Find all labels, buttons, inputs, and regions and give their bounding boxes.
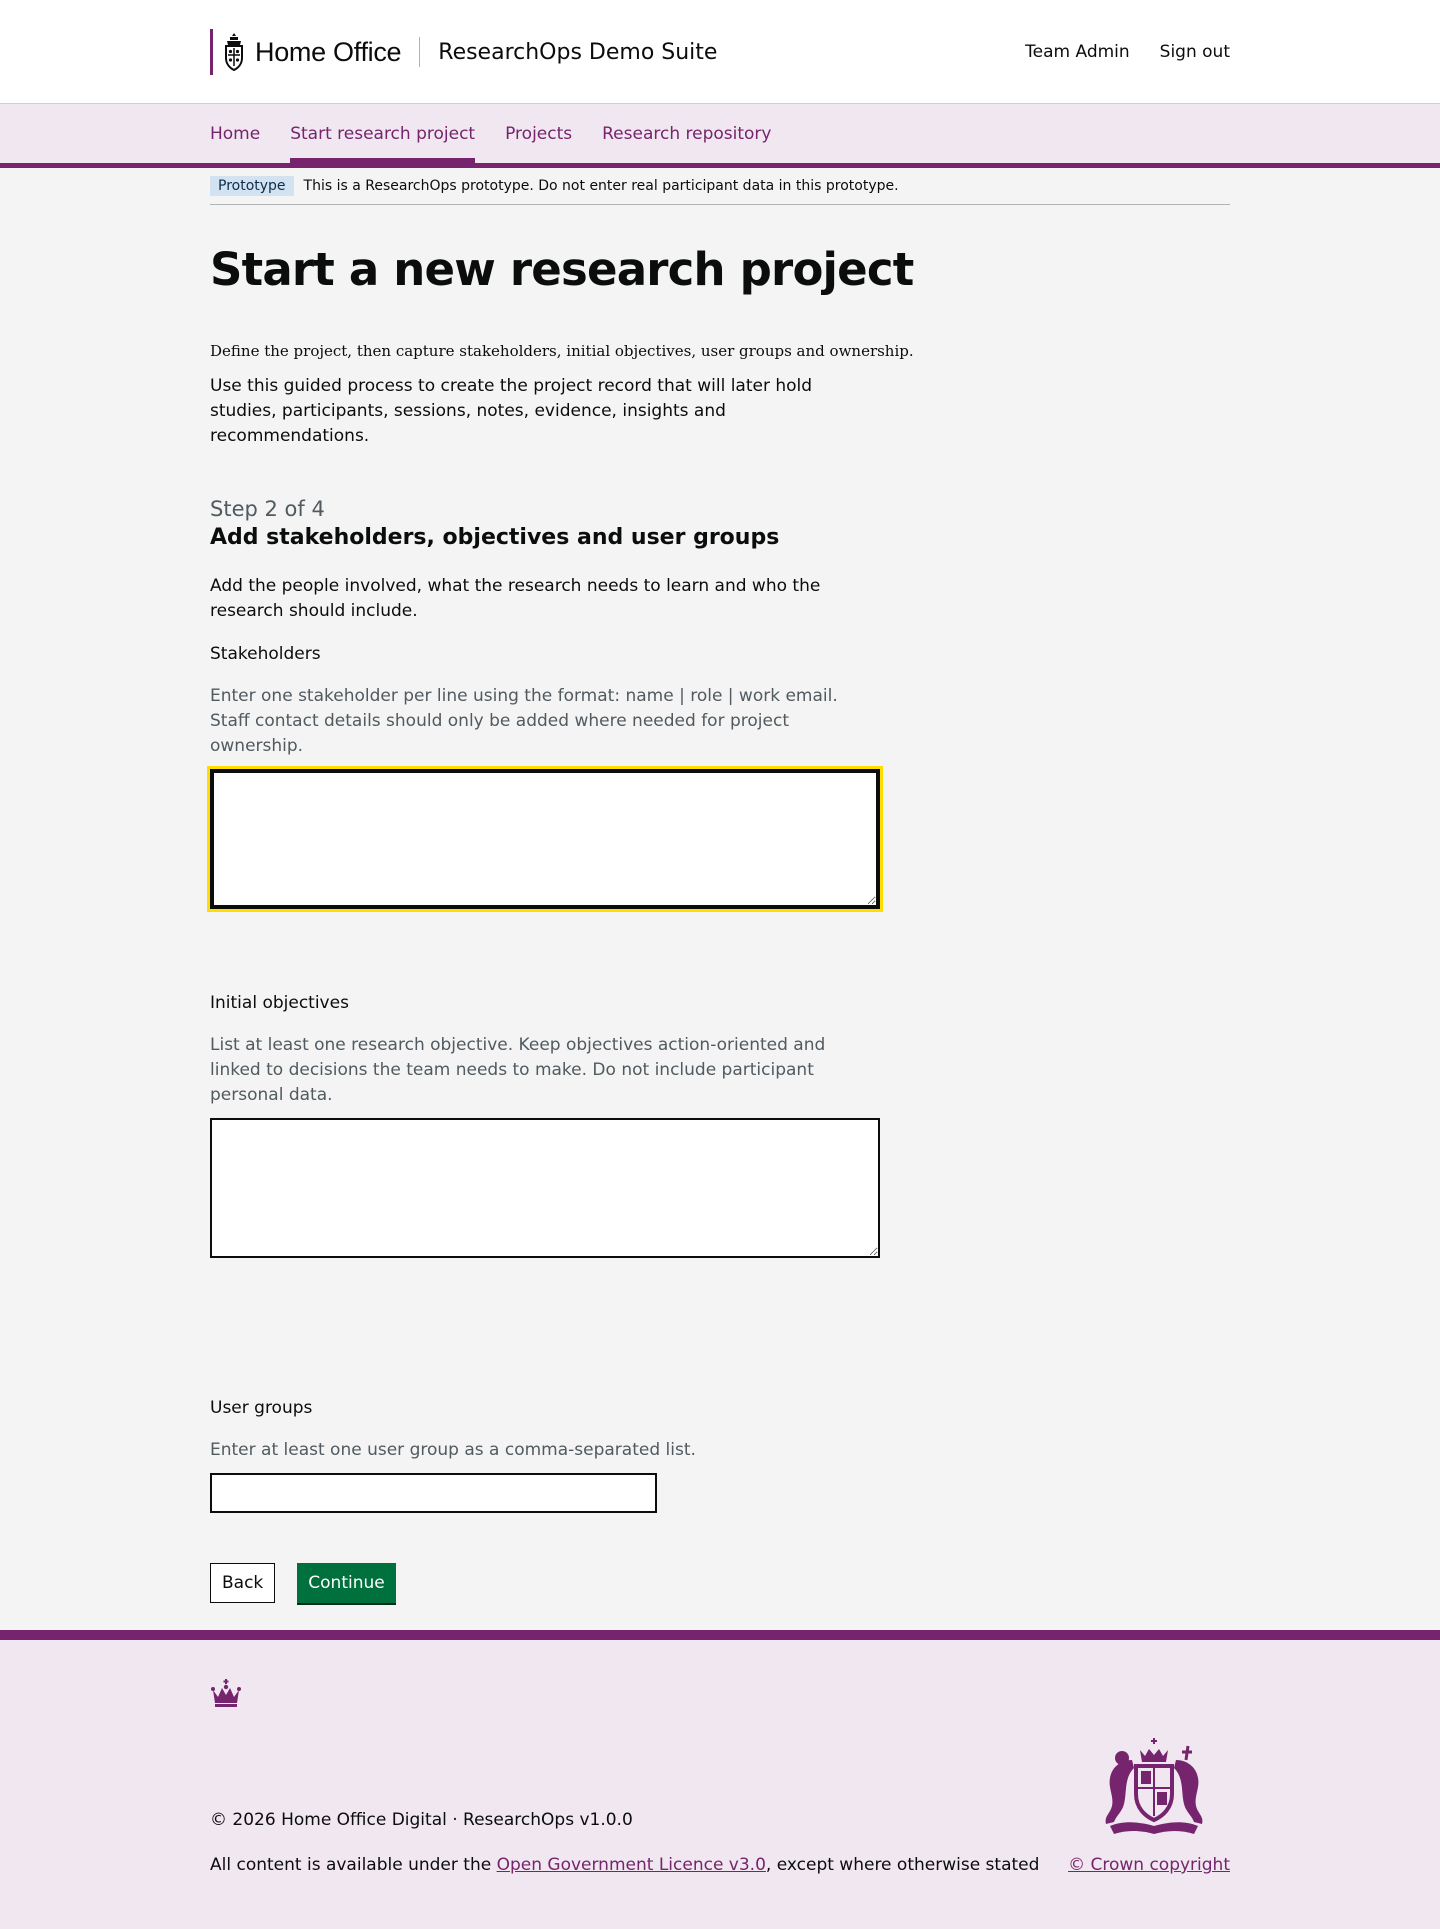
main-content: Prototype This is a ResearchOps prototyp… — [207, 168, 1230, 1603]
site-footer: © 2026 Home Office Digital · ResearchOps… — [0, 1630, 1440, 1929]
nav-item-research-repository[interactable]: Research repository — [602, 104, 771, 163]
site-header: Home Office ResearchOps Demo Suite Team … — [0, 0, 1440, 104]
footer-version: © 2026 Home Office Digital · ResearchOps… — [210, 1810, 633, 1830]
step-heading: Add stakeholders, objectives and user gr… — [210, 525, 780, 550]
nav-item-start-research-project[interactable]: Start research project — [290, 104, 475, 163]
page-intro: Define the project, then capture stakeho… — [210, 342, 914, 360]
licence-prefix: All content is available under the — [210, 1855, 497, 1875]
royal-arms-icon — [1105, 1738, 1203, 1834]
home-office-logo[interactable]: Home Office — [210, 29, 402, 75]
nav-item-projects[interactable]: Projects — [505, 104, 572, 163]
footer-licence: All content is available under the Open … — [210, 1855, 1039, 1875]
continue-button[interactable]: Continue — [297, 1563, 396, 1603]
primary-navigation: Home Start research project Projects Res… — [0, 104, 1440, 168]
back-button[interactable]: Back — [210, 1563, 276, 1603]
user-groups-hint: Enter at least one user group as a comma… — [210, 1440, 696, 1460]
phase-tag: Prototype — [210, 176, 294, 196]
user-groups-input[interactable] — [210, 1473, 657, 1513]
service-name[interactable]: ResearchOps Demo Suite — [438, 40, 717, 65]
objectives-label: Initial objectives — [210, 993, 349, 1013]
page-lead: Use this guided process to create the pr… — [210, 376, 813, 446]
brand-name: Home Office — [255, 36, 402, 67]
objectives-hint: List at least one research objective. Ke… — [210, 1035, 826, 1105]
nav-item-home[interactable]: Home — [210, 104, 260, 163]
team-admin-link[interactable]: Team Admin — [1025, 42, 1130, 62]
crown-icon — [211, 1679, 241, 1707]
open-government-licence-link[interactable]: Open Government Licence v3.0 — [497, 1855, 766, 1875]
objectives-textarea[interactable] — [210, 1118, 880, 1258]
header-links: Team Admin Sign out — [1025, 42, 1230, 62]
stakeholders-textarea[interactable] — [207, 766, 883, 912]
step-description: Add the people involved, what the resear… — [210, 576, 821, 621]
user-groups-label: User groups — [210, 1398, 313, 1418]
sign-out-link[interactable]: Sign out — [1160, 42, 1230, 62]
brand-separator — [419, 37, 421, 67]
phase-banner-text: This is a ResearchOps prototype. Do not … — [303, 178, 899, 194]
page-title: Start a new research project — [210, 243, 914, 296]
crown-copyright-link[interactable]: © Crown copyright — [1068, 1855, 1230, 1875]
stakeholders-hint: Enter one stakeholder per line using the… — [210, 686, 838, 756]
stakeholders-label: Stakeholders — [210, 644, 321, 664]
licence-suffix: , except where otherwise stated — [765, 1855, 1040, 1875]
crest-icon — [225, 33, 243, 72]
step-caption: Step 2 of 4 — [210, 497, 325, 521]
phase-banner: Prototype This is a ResearchOps prototyp… — [210, 168, 1230, 205]
form-buttons: Back Continue — [210, 1563, 1230, 1603]
